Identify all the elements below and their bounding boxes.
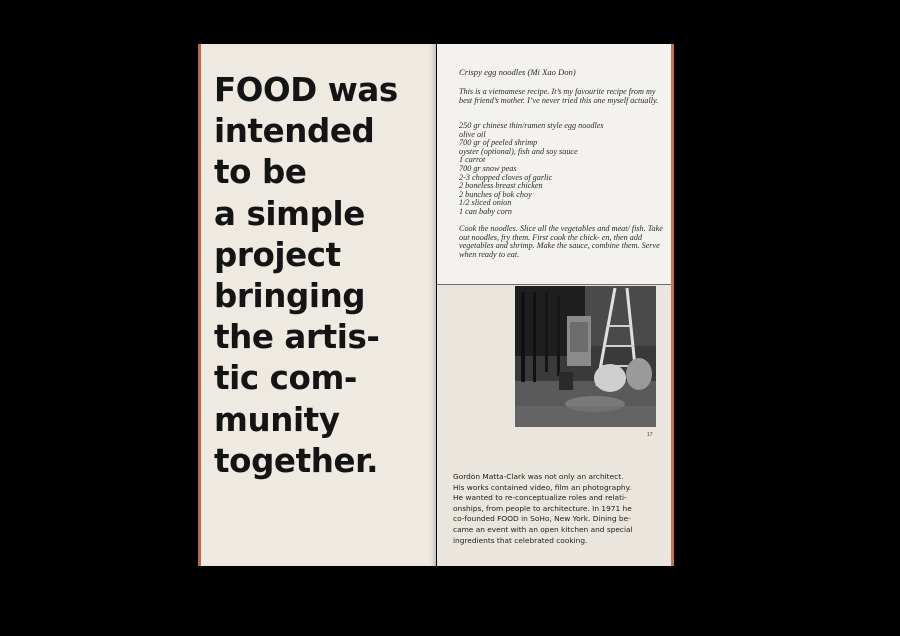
headline-line: munity [214,400,340,439]
ingredient-list: 250 gr chinese thin/ramen style egg nood… [459,121,604,217]
black-and-white-photo [515,286,656,427]
headline-line: bringing [214,277,366,316]
recipe-method: Cook the noodles. Slice all the vegetabl… [459,224,663,259]
caption-line: onships, from people to architecture. In… [453,503,632,513]
right-page: Crispy egg noodles (Mi Xao Don) This is … [437,44,674,566]
caption-line: co-founded FOOD in SoHo, New York. Dinin… [453,514,631,524]
ingredient-item: 1 can baby corn [459,206,512,216]
caption-line: came an event with an open kitchen and s… [453,524,633,534]
headline-line: a simple [214,194,365,233]
caption-line: He wanted to re-conceptualize roles and … [453,493,627,503]
headline-line: the artis- [214,318,380,357]
photo-illustration [515,286,656,427]
page-number: 17 [647,432,653,438]
headline-line: project [214,235,341,274]
headline-line: tic com- [214,359,358,398]
caption-line: Gordon Matta-Clark was not only an archi… [453,472,624,481]
caption-line: ingredients that celebrated cooking. [453,535,588,545]
right-page-edge [671,44,674,566]
headline-line: FOOD was [214,71,398,109]
headline: FOOD was intended to be a simple project… [214,70,430,482]
recipe-title: Crispy egg noodles (Mi Xao Don) [459,67,576,77]
booklet-spread: FOOD was intended to be a simple project… [198,44,674,566]
recipe-card: Crispy egg noodles (Mi Xao Don) This is … [437,44,671,285]
left-page-edge [198,44,201,566]
headline-line: intended [214,112,375,151]
left-page: FOOD was intended to be a simple project… [198,44,436,566]
headline-line: to be [214,153,307,192]
recipe-intro: This is a vietnamese recipe. It’s my fav… [459,87,659,105]
caption-line: His works contained video, film an photo… [453,482,632,492]
headline-line: together. [214,441,379,480]
caption-paragraph: Gordon Matta-Clark was not only an archi… [453,472,667,546]
